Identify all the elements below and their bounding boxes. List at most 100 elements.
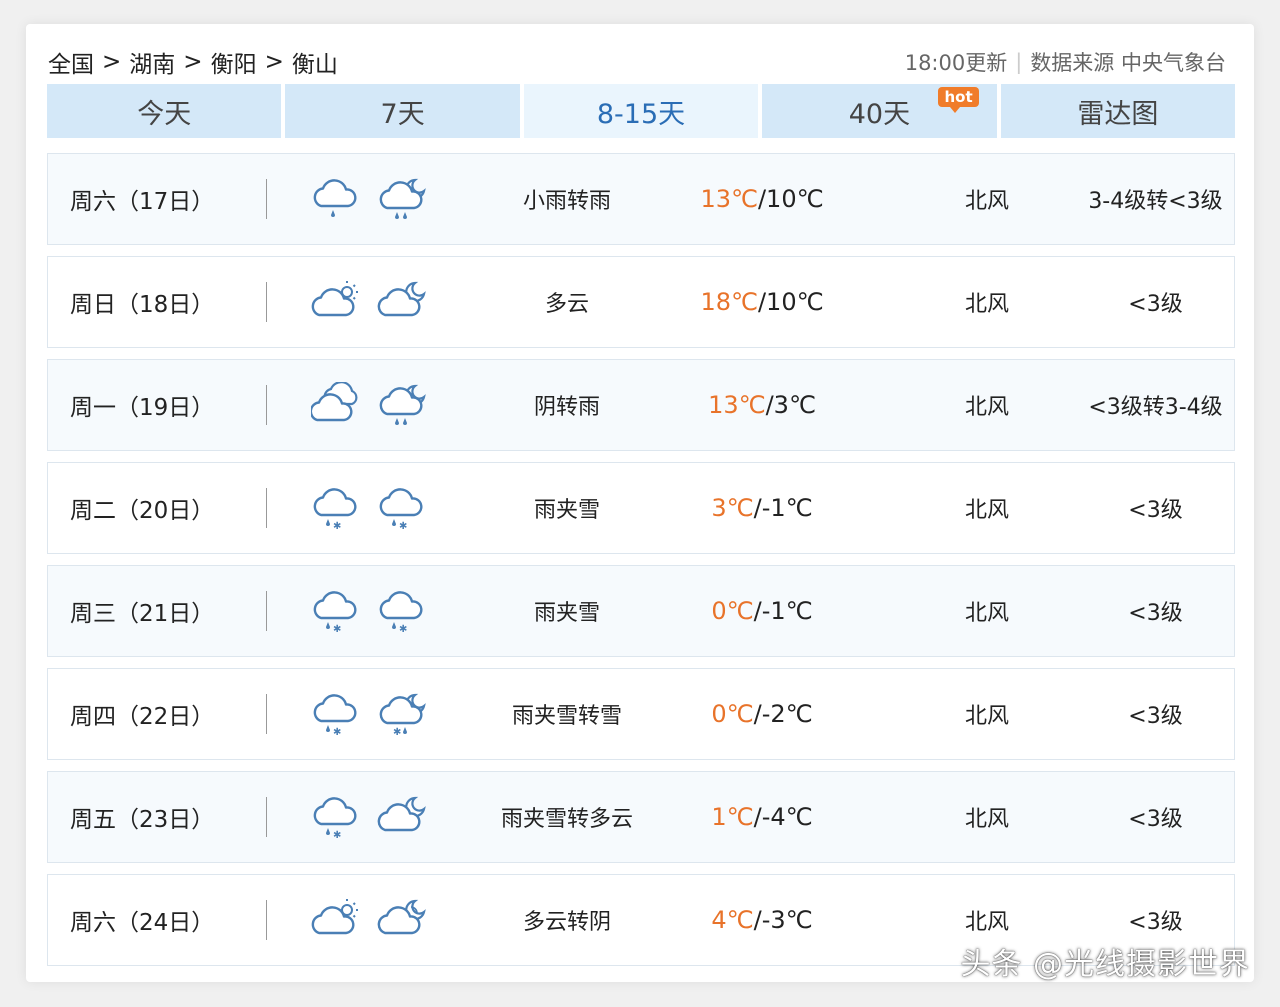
sleet-icon: ✱ <box>313 694 357 737</box>
day-weather-icon: ✱ <box>311 588 363 634</box>
night-weather-icon <box>377 382 429 428</box>
night-weather-icon <box>377 176 429 222</box>
temperature: 1℃/-4℃ <box>667 803 857 831</box>
tab-7-days[interactable]: 7天 <box>285 84 520 138</box>
weather-description: 雨夹雪 <box>533 601 600 626</box>
low-temp: -4℃ <box>761 803 813 831</box>
breadcrumb-separator: > <box>183 49 203 75</box>
day-label: 周六（24日） <box>70 910 215 936</box>
day-weather-icon <box>311 279 363 325</box>
temp-separator: / <box>753 906 762 934</box>
svg-text:✱: ✱ <box>333 830 341 840</box>
day-weather-icon <box>311 176 363 222</box>
weather-icons <box>267 897 467 943</box>
wind-level: <3级 <box>1128 601 1183 626</box>
top-bar: 全国 > 湖南 > 衡阳 > 衡山 18:00更新 | 数据来源 中央气象台 <box>48 44 1226 80</box>
high-temp: 0℃ <box>711 700 754 728</box>
tab-40-days[interactable]: 40天 hot <box>762 84 997 138</box>
wind-direction: 北风 <box>964 498 1009 523</box>
snow-night-icon: ✱ <box>379 693 426 737</box>
night-weather-icon: ✱ <box>377 485 429 531</box>
day-weather-icon: ✱ <box>311 691 363 737</box>
weather-icons <box>267 176 467 222</box>
tab-label: 8-15天 <box>596 98 686 130</box>
svg-text:✱: ✱ <box>333 521 341 531</box>
tab-label: 今天 <box>137 98 192 130</box>
night-weather-icon: ✱ <box>377 691 429 737</box>
day-label: 周六（17日） <box>70 189 215 215</box>
low-temp: -3℃ <box>761 906 813 934</box>
weather-description: 多云转阴 <box>522 910 611 935</box>
tab-today[interactable]: 今天 <box>47 84 282 138</box>
breadcrumb-city[interactable]: 衡阳 <box>211 45 257 79</box>
temp-separator: / <box>765 391 774 419</box>
update-time: 18:00更新 <box>904 51 1008 75</box>
sleet-icon: ✱ <box>313 591 357 634</box>
forecast-row[interactable]: 周三（21日） ✱ ✱ 雨夹雪 0℃/-1℃ 北风 <3级 <box>47 565 1235 657</box>
forecast-row[interactable]: 周日（18日） 多云 18℃/10℃ 北风 <3级 <box>47 256 1235 348</box>
wind-direction: 北风 <box>964 189 1009 214</box>
forecast-row[interactable]: 周二（20日） ✱ ✱ 雨夹雪 3℃/-1℃ 北风 <3级 <box>47 462 1235 554</box>
weather-icons: ✱ ✱ <box>267 588 467 634</box>
wind-direction: 北风 <box>964 704 1009 729</box>
temperature: 0℃/-1℃ <box>667 597 857 625</box>
weather-description: 雨夹雪转雪 <box>511 704 622 729</box>
temp-separator: / <box>753 803 762 831</box>
night-weather-icon <box>377 794 429 840</box>
light-rain-icon <box>313 179 357 217</box>
high-temp: 0℃ <box>711 597 754 625</box>
breadcrumb-separator: > <box>102 49 122 75</box>
wind-level: <3级转3-4级 <box>1088 395 1223 420</box>
wind-level: <3级 <box>1128 704 1183 729</box>
wind-level: 3-4级转<3级 <box>1088 189 1223 214</box>
svg-text:✱: ✱ <box>333 624 341 634</box>
sleet-icon: ✱ <box>313 488 357 531</box>
day-weather-icon <box>311 382 363 428</box>
temp-separator: / <box>757 185 767 213</box>
weather-icons: ✱ ✱ <box>267 485 467 531</box>
sleet-icon: ✱ <box>379 488 423 531</box>
breadcrumb-separator: > <box>264 49 284 75</box>
tab-label: 7天 <box>380 98 425 130</box>
wind-direction: 北风 <box>964 807 1009 832</box>
forecast-row[interactable]: 周四（22日） ✱ ✱ 雨夹雪转雪 0℃/-2℃ 北风 <3级 <box>47 668 1235 760</box>
low-temp: -1℃ <box>761 494 813 522</box>
night-weather-icon <box>377 897 429 943</box>
high-temp: 4℃ <box>711 906 754 934</box>
wind-direction: 北风 <box>964 395 1009 420</box>
weather-description: 阴转雨 <box>533 395 600 420</box>
day-weather-icon: ✱ <box>311 485 363 531</box>
watermark: 头条 @光线摄影世界 <box>960 947 1250 982</box>
data-source: 数据来源 中央气象台 <box>1030 51 1226 75</box>
partly-cloudy-day-icon <box>311 899 358 935</box>
temperature: 13℃/10℃ <box>667 185 857 213</box>
temperature: 13℃/3℃ <box>667 391 857 419</box>
rain-night-icon <box>379 178 426 219</box>
tab-8-15-days[interactable]: 8-15天 <box>523 84 759 138</box>
weather-icons <box>267 382 467 428</box>
day-label: 周二（20日） <box>70 498 215 524</box>
forecast-row[interactable]: 周五（23日） ✱ 雨夹雪转多云 1℃/-4℃ 北风 <3级 <box>47 771 1235 863</box>
high-temp: 18℃ <box>700 288 758 316</box>
forecast-row[interactable]: 周六（17日） 小雨转雨 13℃/10℃ 北风 3-4级转<3级 <box>47 153 1235 245</box>
high-temp: 1℃ <box>711 803 754 831</box>
tab-radar[interactable]: 雷达图 <box>1000 84 1236 138</box>
weather-card: 全国 > 湖南 > 衡阳 > 衡山 18:00更新 | 数据来源 中央气象台 今… <box>26 24 1254 982</box>
weather-icons: ✱ ✱ <box>267 691 467 737</box>
partly-cloudy-night-icon <box>377 281 426 317</box>
wind-direction: 北风 <box>964 910 1009 935</box>
night-weather-icon: ✱ <box>377 588 429 634</box>
breadcrumb-county: 衡山 <box>291 52 338 78</box>
night-weather-icon <box>377 279 429 325</box>
overcast-icon <box>311 382 358 422</box>
day-label: 周五（23日） <box>70 807 215 833</box>
sleet-icon: ✱ <box>313 797 357 840</box>
breadcrumb-province[interactable]: 湖南 <box>129 45 175 79</box>
breadcrumb-country[interactable]: 全国 <box>48 45 94 79</box>
cloudy-night-icon <box>377 899 426 935</box>
forecast-list: 周六（17日） 小雨转雨 13℃/10℃ 北风 3-4级转<3级 周日（18日）… <box>47 153 1235 977</box>
forecast-row[interactable]: 周一（19日） 阴转雨 13℃/3℃ 北风 <3级转3-4级 <box>47 359 1235 451</box>
weather-icons: ✱ <box>267 794 467 840</box>
wind-level: <3级 <box>1128 910 1183 935</box>
temperature: 0℃/-2℃ <box>667 700 857 728</box>
